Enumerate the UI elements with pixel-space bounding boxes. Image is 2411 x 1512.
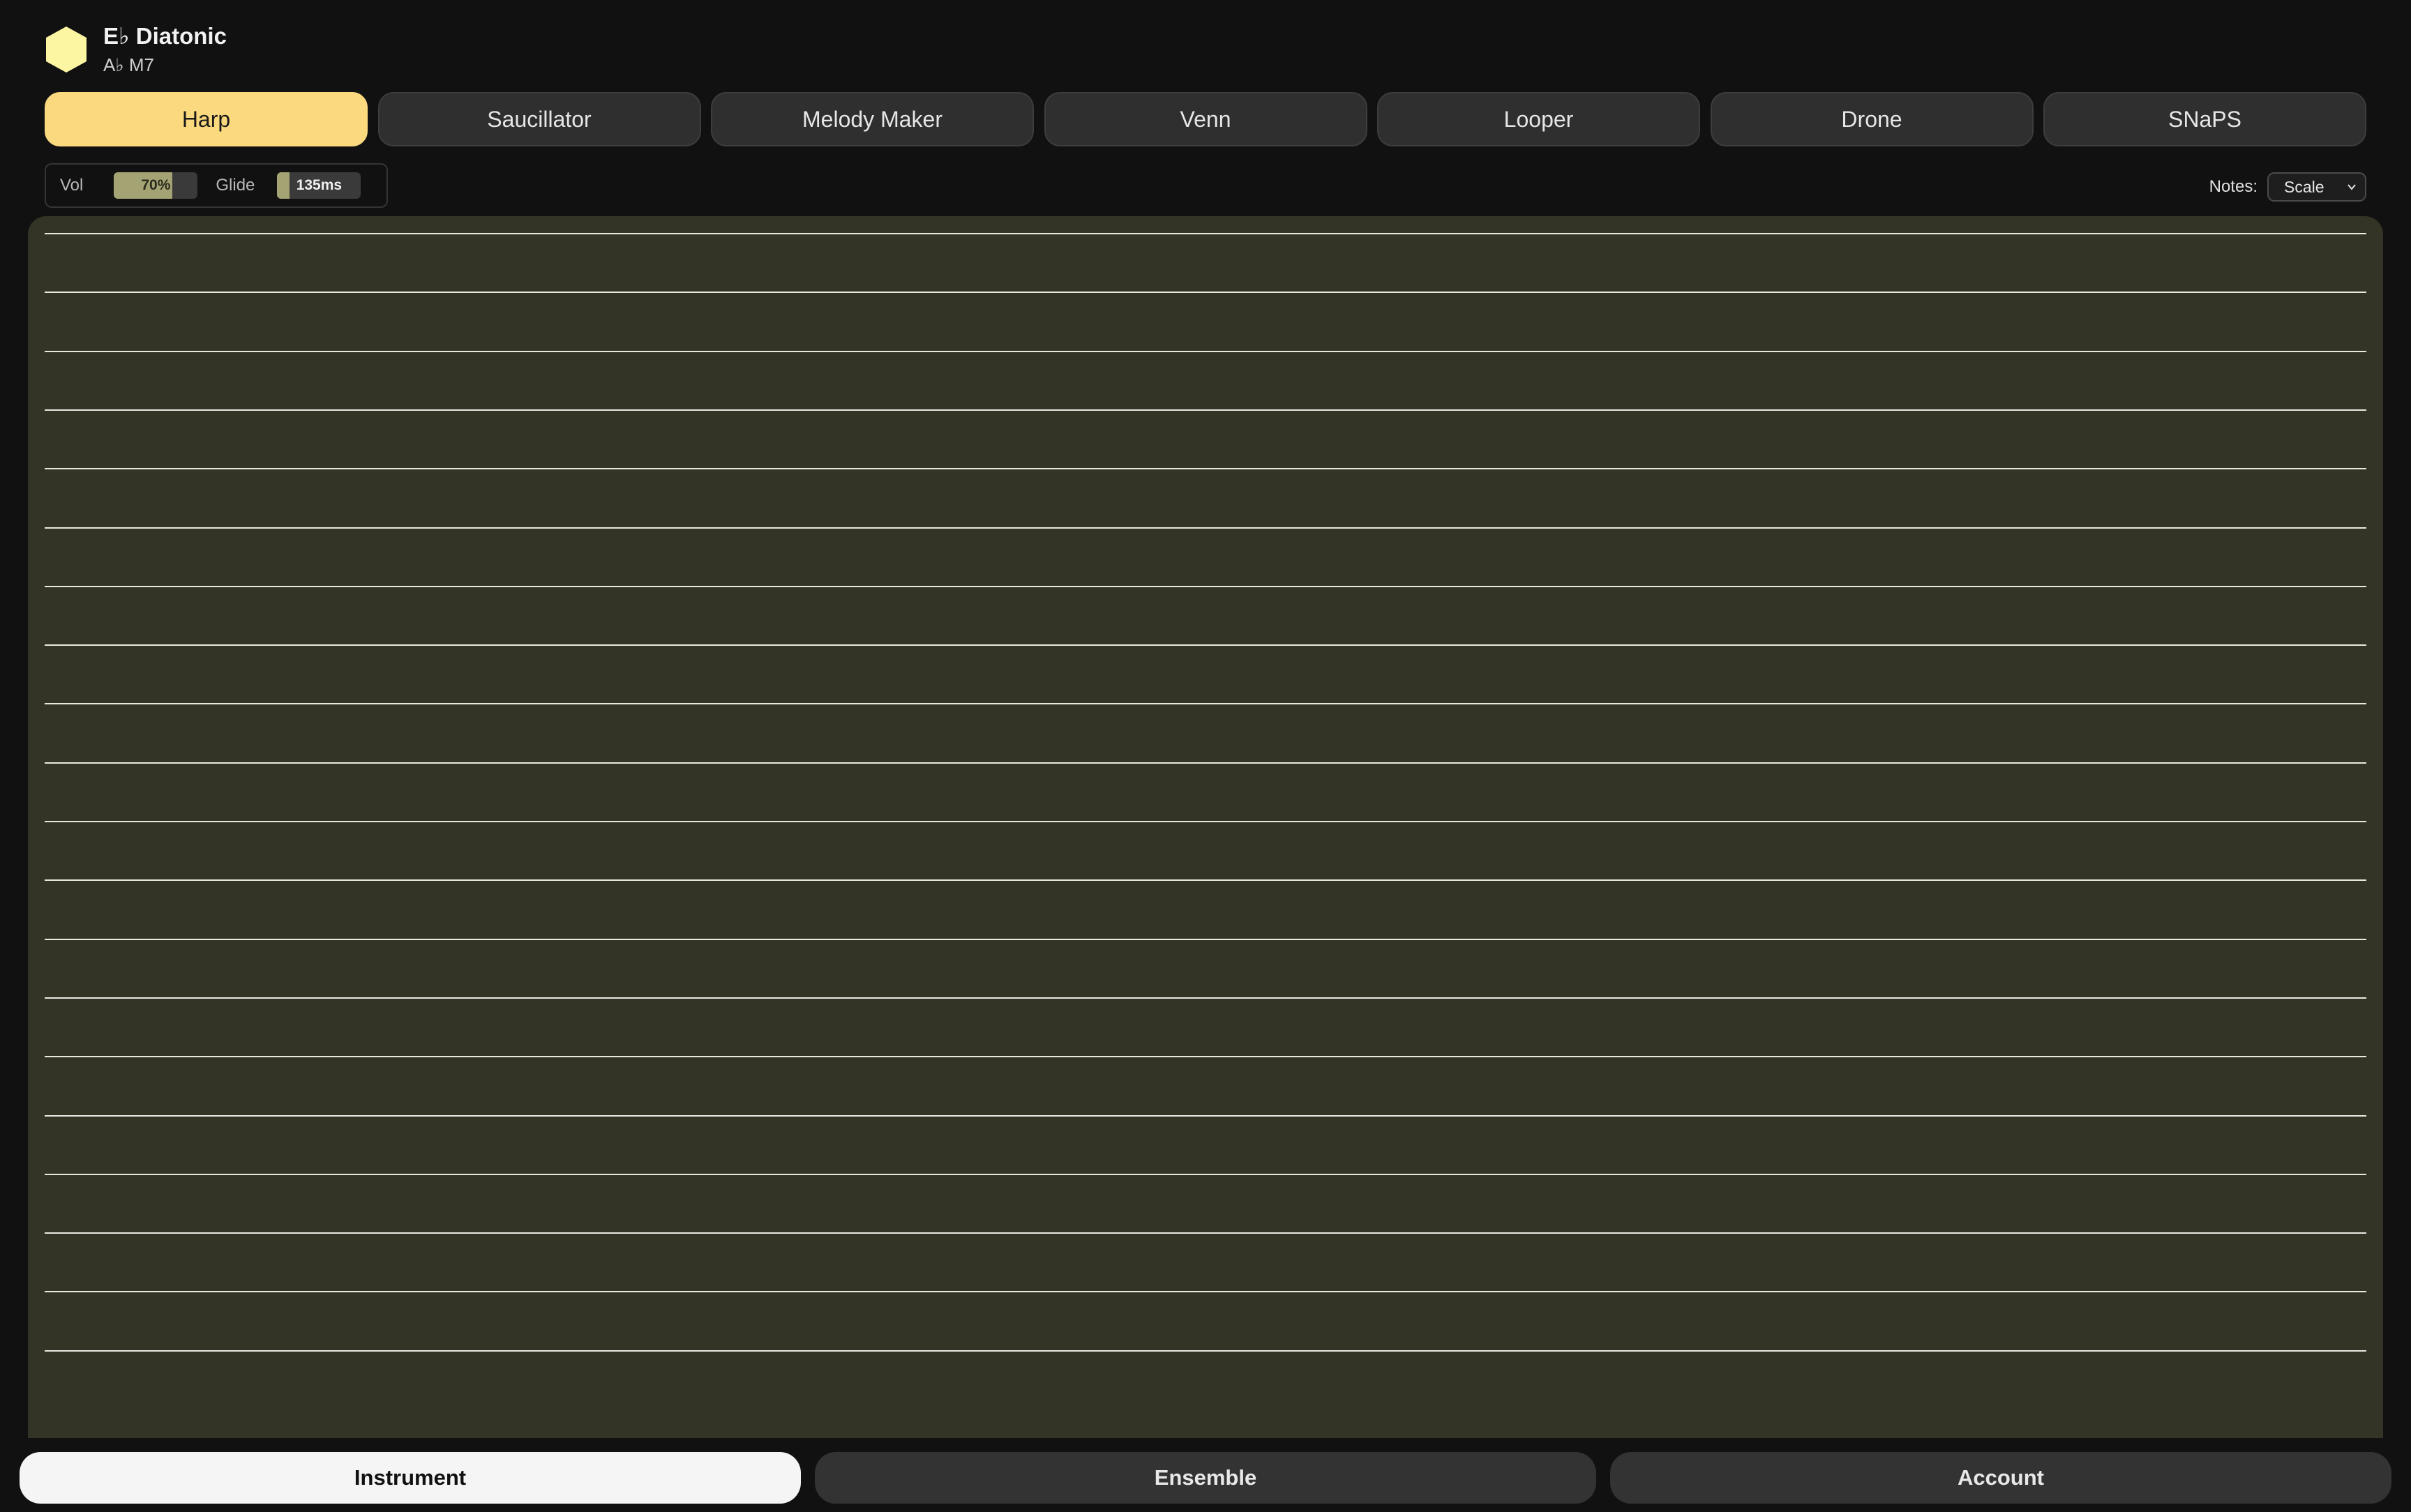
tab-looper[interactable]: Looper [1377,92,1700,146]
harp-string[interactable] [45,468,2366,469]
title-block: E♭ Diatonic A♭ M7 [103,22,227,77]
harp-string[interactable] [45,1056,2366,1057]
harp-string[interactable] [45,1232,2366,1234]
chevron-down-icon [2348,184,2356,190]
harp-string[interactable] [45,233,2366,234]
vol-slider[interactable]: 70% [114,172,198,199]
tab-snaps[interactable]: SNaPS [2043,92,2366,146]
harp-string[interactable] [45,527,2366,529]
harp-string[interactable] [45,586,2366,587]
harp-string-area[interactable] [28,216,2383,1438]
nav-ensemble[interactable]: Ensemble [815,1452,1596,1504]
nav-instrument[interactable]: Instrument [20,1452,801,1504]
tab-drone[interactable]: Drone [1710,92,2034,146]
notes-selected-value: Scale [2284,177,2324,196]
bottom-nav: Instrument Ensemble Account [20,1452,2391,1504]
harp-string[interactable] [45,409,2366,411]
harp-string[interactable] [45,703,2366,704]
glide-label: Glide [216,176,255,195]
harp-string[interactable] [45,351,2366,352]
header: E♭ Diatonic A♭ M7 [45,18,227,81]
harp-string[interactable] [45,1350,2366,1352]
harp-string[interactable] [45,939,2366,940]
harp-string[interactable] [45,879,2366,881]
glide-slider[interactable]: 135ms [277,172,361,199]
harp-string[interactable] [45,997,2366,999]
hexagon-icon [46,27,87,73]
harp-string[interactable] [45,762,2366,764]
tab-saucillator[interactable]: Saucillator [377,92,701,146]
vol-label: Vol [60,176,84,195]
notes-control: Notes: Scale [2209,172,2366,202]
tab-melody-maker[interactable]: Melody Maker [711,92,1034,146]
vol-value: 70% [141,177,171,193]
tab-venn[interactable]: Venn [1044,92,1367,146]
tab-harp[interactable]: Harp [45,92,368,146]
harp-string[interactable] [45,1291,2366,1292]
control-strip: Vol 70% Glide 135ms [45,163,388,208]
glide-value: 135ms [296,177,343,193]
harp-string[interactable] [45,292,2366,293]
instrument-tabs: Harp Saucillator Melody Maker Venn Loope… [45,92,2366,146]
harp-string[interactable] [45,1174,2366,1175]
notes-label: Notes: [2209,177,2258,196]
harp-string[interactable] [45,821,2366,822]
notes-select[interactable]: Scale [2267,172,2366,202]
chord-subtitle: A♭ M7 [103,54,154,75]
key-title: E♭ Diatonic [103,23,227,49]
harp-string[interactable] [45,644,2366,646]
nav-account[interactable]: Account [1610,1452,2391,1504]
harp-string[interactable] [45,1115,2366,1117]
